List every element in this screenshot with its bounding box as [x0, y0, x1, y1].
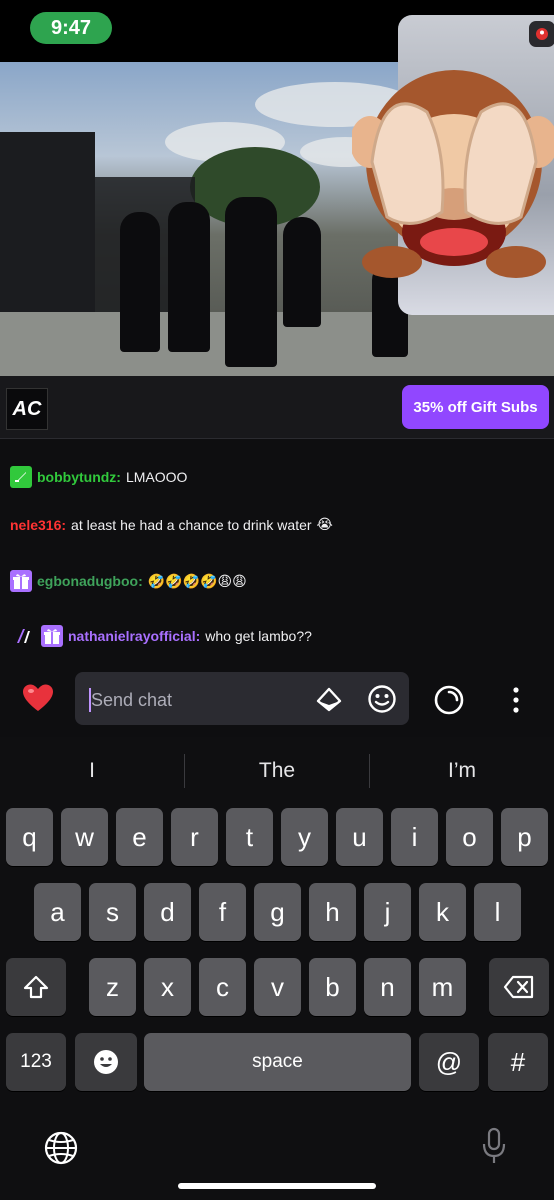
shift-key[interactable] — [6, 958, 66, 1016]
person-icon — [536, 28, 548, 40]
backspace-icon — [503, 975, 534, 999]
key-c[interactable]: c — [199, 958, 246, 1016]
microphone-button[interactable] — [478, 1124, 510, 1168]
key-m[interactable]: m — [419, 958, 466, 1016]
video-person — [168, 202, 210, 352]
suggestion-2[interactable]: The — [185, 752, 369, 790]
chat-text: who get lambo?? — [205, 628, 312, 644]
key-s[interactable]: s — [89, 883, 136, 941]
key-e[interactable]: e — [116, 808, 163, 866]
key-w[interactable]: w — [61, 808, 108, 866]
video-ground — [0, 312, 554, 376]
chat-emoji: 🤣🤣🤣🤣😩😩 — [147, 572, 247, 589]
see-no-evil-monkey-icon — [352, 70, 554, 278]
channel-badge-icon — [14, 625, 36, 647]
chat-emoji: 😭 — [316, 516, 333, 532]
key-f[interactable]: f — [199, 883, 246, 941]
key-o[interactable]: o — [446, 808, 493, 866]
key-v[interactable]: v — [254, 958, 301, 1016]
key-q[interactable]: q — [6, 808, 53, 866]
bits-button[interactable] — [313, 684, 345, 716]
key-i[interactable]: i — [391, 808, 438, 866]
chat-text: LMAOOO — [125, 469, 188, 485]
numbers-key[interactable]: 123 — [6, 1033, 66, 1091]
channel-logo-text: AC — [12, 397, 42, 420]
video-person — [120, 212, 160, 352]
sword-badge-icon — [10, 466, 32, 488]
more-options-button[interactable] — [504, 684, 528, 716]
key-d[interactable]: d — [144, 883, 191, 941]
video-person — [225, 197, 277, 367]
chat-username[interactable]: nele316: — [10, 517, 66, 533]
key-p[interactable]: p — [501, 808, 548, 866]
key-a[interactable]: a — [34, 883, 81, 941]
globe-icon — [44, 1131, 78, 1165]
suggestion-3[interactable]: I’m — [370, 752, 554, 790]
home-indicator — [178, 1183, 376, 1189]
microphone-icon — [482, 1127, 506, 1163]
channel-avatar[interactable]: AC — [6, 388, 48, 430]
chat-message[interactable]: bobbytundz: LMAOOO — [10, 466, 187, 488]
key-z[interactable]: z — [89, 958, 136, 1016]
gift-badge-icon — [41, 625, 63, 647]
key-h[interactable]: h — [309, 883, 356, 941]
key-k[interactable]: k — [419, 883, 466, 941]
emote-picker-button[interactable] — [365, 682, 399, 716]
more-icon — [513, 687, 519, 713]
key-n[interactable]: n — [364, 958, 411, 1016]
at-key[interactable]: @ — [419, 1033, 479, 1091]
key-l[interactable]: l — [474, 883, 521, 941]
space-key[interactable]: space — [144, 1033, 411, 1091]
key-u[interactable]: u — [336, 808, 383, 866]
globe-button[interactable] — [40, 1127, 82, 1169]
heart-button[interactable] — [18, 678, 58, 718]
suggestion-1[interactable]: I — [0, 752, 184, 790]
diamond-icon — [316, 687, 342, 712]
video-person — [283, 217, 321, 327]
key-j[interactable]: j — [364, 883, 411, 941]
chat-message[interactable]: nele316: at least he had a chance to dri… — [10, 516, 333, 533]
status-time: 9:47 — [30, 12, 112, 44]
chat-username[interactable]: nathanielrayofficial: — [68, 628, 200, 644]
emoji-keyboard-icon — [94, 1050, 118, 1074]
channel-points-icon — [434, 685, 464, 715]
hash-key[interactable]: # — [488, 1033, 548, 1091]
key-y[interactable]: y — [281, 808, 328, 866]
text-caret — [89, 688, 91, 712]
chat-input[interactable] — [89, 684, 303, 716]
emoji-keyboard-key[interactable] — [75, 1033, 137, 1091]
gift-subs-button[interactable]: 35% off Gift Subs — [402, 385, 549, 429]
chat-username[interactable]: bobbytundz: — [37, 469, 121, 485]
chat-username[interactable]: egbonadugboo: — [37, 573, 143, 589]
heart-icon — [23, 684, 53, 711]
key-r[interactable]: r — [171, 808, 218, 866]
key-t[interactable]: t — [226, 808, 273, 866]
shift-icon — [23, 975, 49, 999]
chat-input-box[interactable] — [75, 672, 409, 725]
backspace-key[interactable] — [489, 958, 549, 1016]
chat-text: at least he had a chance to drink water — [71, 516, 312, 533]
channel-points-button[interactable] — [431, 682, 467, 718]
key-x[interactable]: x — [144, 958, 191, 1016]
chat-message[interactable]: egbonadugboo: 🤣🤣🤣🤣😩😩 — [10, 570, 247, 592]
key-g[interactable]: g — [254, 883, 301, 941]
gift-badge-icon — [10, 570, 32, 592]
chat-message[interactable]: nathanielrayofficial: who get lambo?? — [14, 625, 312, 647]
key-b[interactable]: b — [309, 958, 356, 1016]
emoji-icon — [368, 685, 396, 713]
